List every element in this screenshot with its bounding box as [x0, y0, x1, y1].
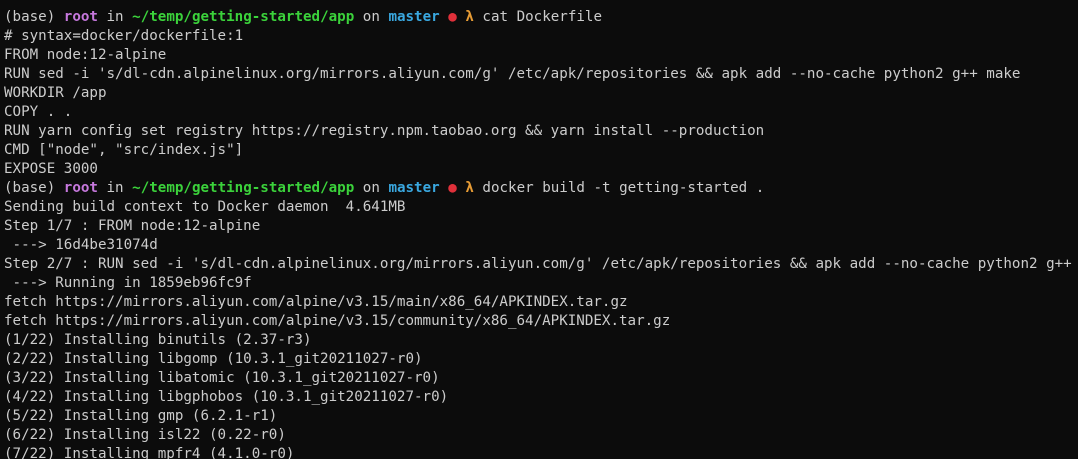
- prompt-env: (base): [4, 180, 56, 196]
- output-line: (2/22) Installing libgomp (10.3.1_git202…: [4, 351, 423, 367]
- output-line: (5/22) Installing gmp (6.2.1-r1): [4, 408, 278, 424]
- output-line: CMD ["node", "src/index.js"]: [4, 142, 244, 158]
- output-line: (1/22) Installing binutils (2.37-r3): [4, 332, 312, 348]
- output-line: Step 1/7 : FROM node:12-alpine: [4, 218, 261, 234]
- prompt-line-2: (base) root in ~/temp/getting-started/ap…: [4, 179, 1078, 198]
- output-line: (6/22) Installing isl22 (0.22-r0): [4, 427, 286, 443]
- prompt-path: ~/temp/getting-started/app: [132, 180, 355, 196]
- prompt-user: root: [63, 9, 98, 25]
- terminal-window[interactable]: (base) root in ~/temp/getting-started/ap…: [0, 0, 1078, 459]
- prompt-branch: master: [388, 9, 440, 25]
- git-dirty-dot-icon: ●: [448, 9, 457, 25]
- output-line: RUN yarn config set registry https://reg…: [4, 123, 765, 139]
- output-line: fetch https://mirrors.aliyun.com/alpine/…: [4, 313, 671, 329]
- git-dirty-dot-icon: ●: [448, 180, 457, 196]
- command-text: cat Dockerfile: [482, 9, 603, 25]
- output-line: COPY . .: [4, 104, 73, 120]
- prompt-branch: master: [388, 180, 440, 196]
- lambda-prompt-icon: λ: [465, 180, 474, 196]
- command-text: docker build -t getting-started .: [482, 180, 765, 196]
- output-line: Step 2/7 : RUN sed -i 's/dl-cdn.alpineli…: [4, 256, 1078, 272]
- output-line: # syntax=docker/dockerfile:1: [4, 28, 244, 44]
- output-line: RUN sed -i 's/dl-cdn.alpinelinux.org/mir…: [4, 66, 1021, 82]
- output-line: ---> 16d4be31074d: [4, 237, 158, 253]
- dockerfile-output: # syntax=docker/dockerfile:1 FROM node:12…: [4, 27, 1078, 179]
- output-line: ---> Running in 1859eb96fc9f: [4, 275, 252, 291]
- prompt-on: on: [362, 180, 380, 196]
- prompt-line-1: (base) root in ~/temp/getting-started/ap…: [4, 8, 1078, 27]
- output-line: FROM node:12-alpine: [4, 47, 167, 63]
- output-line: EXPOSE 3000: [4, 161, 98, 177]
- prompt-in: in: [106, 9, 124, 25]
- output-line: (3/22) Installing libatomic (10.3.1_git2…: [4, 370, 440, 386]
- scrollbar[interactable]: [1072, 0, 1078, 459]
- prompt-in: in: [106, 180, 124, 196]
- prompt-on: on: [362, 9, 380, 25]
- prompt-env: (base): [4, 9, 56, 25]
- lambda-prompt-icon: λ: [465, 9, 474, 25]
- output-line: Sending build context to Docker daemon 4…: [4, 199, 406, 215]
- build-output: Sending build context to Docker daemon 4…: [4, 198, 1078, 459]
- prompt-user: root: [63, 180, 98, 196]
- prompt-path: ~/temp/getting-started/app: [132, 9, 355, 25]
- output-line: (7/22) Installing mpfr4 (4.1.0-r0): [4, 446, 295, 459]
- output-line: fetch https://mirrors.aliyun.com/alpine/…: [4, 294, 628, 310]
- output-line: (4/22) Installing libgphobos (10.3.1_git…: [4, 389, 449, 405]
- output-line: WORKDIR /app: [4, 85, 107, 101]
